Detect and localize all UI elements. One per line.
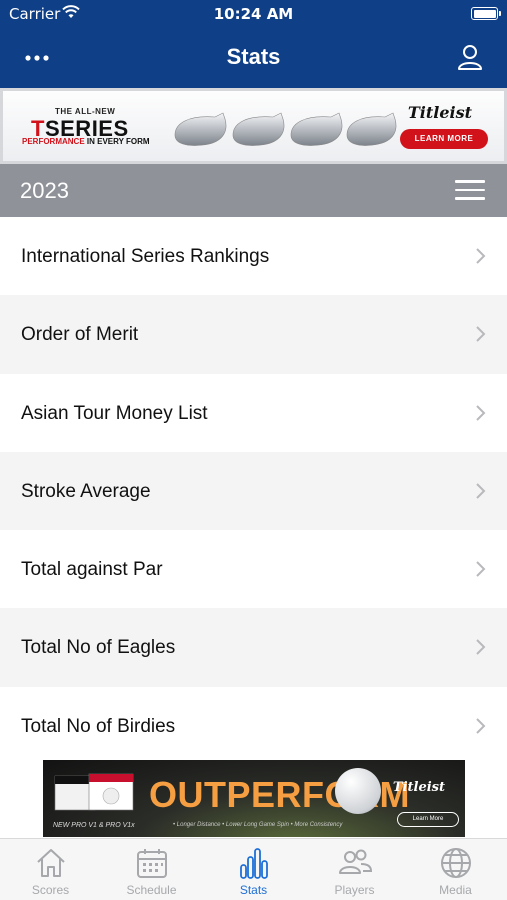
tab-stats[interactable]: Stats xyxy=(203,839,304,900)
list-item-total-against-par[interactable]: Total against Par xyxy=(0,530,507,609)
list-item-international-series-rankings[interactable]: International Series Rankings xyxy=(0,217,507,296)
top-ad-banner[interactable]: THE ALL-NEW TSERIES PERFORMANCE IN EVERY… xyxy=(0,88,507,164)
tab-label: Schedule xyxy=(126,883,177,897)
chevron-right-icon xyxy=(476,561,486,577)
status-time: 10:24 AM xyxy=(213,5,294,23)
home-icon xyxy=(37,849,65,877)
chevron-right-icon xyxy=(476,639,486,656)
status-bar: Carrier 10:24 AM xyxy=(0,0,507,28)
chevron-right-icon xyxy=(476,326,486,343)
ad-bullets: • Longer Distance • Lower Long Game Spin… xyxy=(173,822,343,828)
ad-product-line: NEW PRO V1 & PRO V1x xyxy=(53,822,135,829)
tab-players[interactable]: Players xyxy=(304,839,405,900)
globe-icon xyxy=(441,848,471,878)
tab-label: Players xyxy=(334,883,375,897)
tab-scores[interactable]: Scores xyxy=(0,839,101,900)
chevron-right-icon xyxy=(476,404,486,421)
golf-ball-image xyxy=(335,768,381,814)
chevron-right-icon xyxy=(476,718,486,734)
list-item-label: Total against Par xyxy=(21,559,163,581)
list-item-label: Asian Tour Money List xyxy=(21,402,208,424)
ball-boxes-image xyxy=(54,773,134,811)
list-item-stroke-average[interactable]: Stroke Average xyxy=(0,451,507,531)
bottom-ad-banner[interactable]: OUTPERFORM Titleist NEW PRO V1 & PRO V1x… xyxy=(43,760,465,837)
season-year[interactable]: 2023 xyxy=(20,178,69,204)
tab-schedule[interactable]: Schedule xyxy=(101,839,202,900)
hamburger-menu-icon[interactable] xyxy=(455,180,485,200)
players-icon xyxy=(339,849,373,874)
calendar-icon xyxy=(137,849,167,878)
battery-icon xyxy=(471,7,501,20)
list-item-label: Total No of Eagles xyxy=(21,637,176,659)
account-icon[interactable] xyxy=(455,42,485,72)
ad-eyebrow: THE ALL-NEW xyxy=(55,107,116,116)
tab-label: Scores xyxy=(31,883,70,897)
list-item-label: International Series Rankings xyxy=(21,246,270,267)
ad-learn-more-button[interactable]: LEARN MORE xyxy=(400,129,488,149)
list-item-label: Stroke Average xyxy=(21,480,151,502)
list-item-label: Total No of Birdies xyxy=(21,715,176,737)
list-item-asian-tour-money-list[interactable]: Asian Tour Money List xyxy=(0,373,507,452)
list-item-order-of-merit[interactable]: Order of Merit xyxy=(0,295,507,374)
season-bar: 2023 xyxy=(0,164,507,217)
nav-bar: Stats xyxy=(0,28,507,88)
list-item-total-no-of-birdies[interactable]: Total No of Birdies xyxy=(0,686,507,766)
page-title: Stats xyxy=(226,44,281,69)
chevron-right-icon xyxy=(476,483,486,499)
tab-label: Stats xyxy=(239,883,268,897)
ad-brand: Titleist xyxy=(392,780,445,795)
ad-tagline: PERFORMANCE IN EVERY FORM xyxy=(22,137,150,146)
tab-bar: Scores Schedule Stats Players Media xyxy=(0,838,507,900)
bar-chart-icon xyxy=(240,848,268,879)
stats-list: International Series Rankings Order of M… xyxy=(0,217,507,766)
tab-label: Media xyxy=(439,883,472,897)
list-item-label: Order of Merit xyxy=(21,324,139,346)
ad-learn-more-button[interactable]: Learn More xyxy=(397,812,459,827)
iron-clubs-image xyxy=(174,112,397,146)
ad-brand: Titleist xyxy=(407,103,472,122)
list-item-total-no-of-eagles[interactable]: Total No of Eagles xyxy=(0,608,507,687)
chevron-right-icon xyxy=(476,248,486,264)
tab-media[interactable]: Media xyxy=(405,839,506,900)
